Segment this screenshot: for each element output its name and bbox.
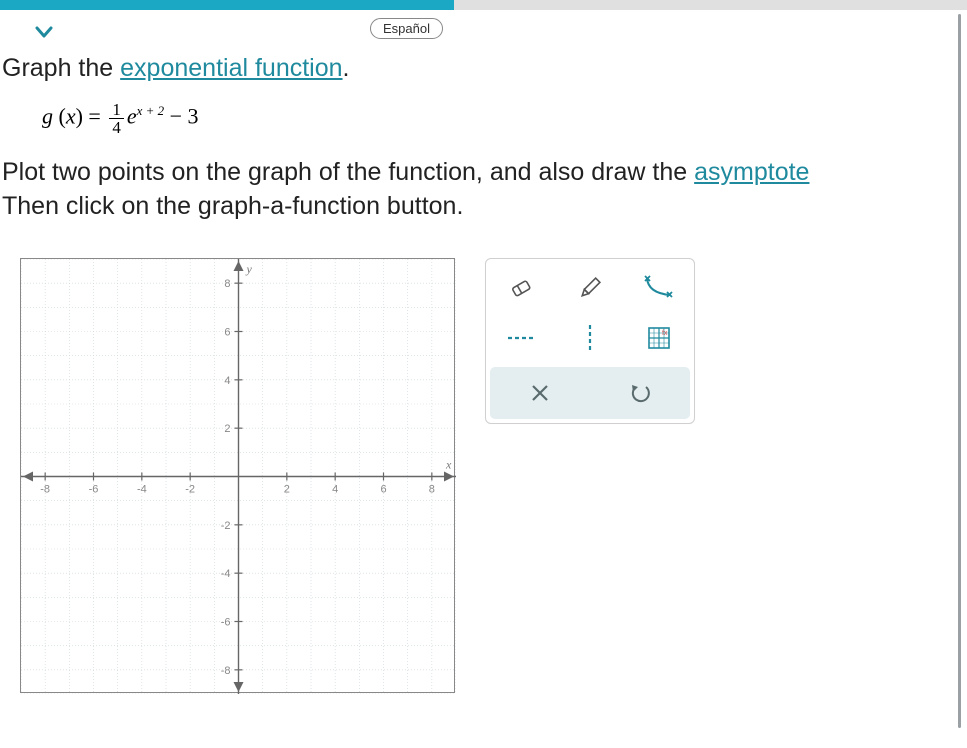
svg-text:4: 4 (332, 483, 338, 495)
close-icon (528, 381, 552, 405)
progress-fill (0, 0, 454, 10)
clear-button[interactable] (519, 372, 561, 414)
scrollbar[interactable] (958, 14, 961, 728)
graph-canvas[interactable]: -8-6-4-22468-8-6-4-22468xy (20, 258, 455, 693)
svg-text:-4: -4 (137, 483, 147, 495)
eraser-icon (506, 273, 536, 303)
svg-text:-2: -2 (185, 483, 195, 495)
title-prefix: Graph the (2, 54, 120, 82)
svg-text:-8: -8 (40, 483, 50, 495)
svg-text:fx: fx (662, 330, 668, 337)
undo-button[interactable] (619, 372, 661, 414)
instruction-line1a: Plot two points on the graph of the func… (2, 158, 694, 186)
undo-icon (627, 380, 653, 406)
expand-button[interactable] (28, 18, 60, 46)
svg-text:2: 2 (284, 483, 290, 495)
eraser-tool[interactable] (500, 267, 542, 309)
asymptote-link[interactable]: asymptote (694, 158, 809, 186)
svg-text:8: 8 (429, 483, 435, 495)
curve-tool[interactable] (638, 267, 680, 309)
svg-text:-6: -6 (221, 616, 231, 628)
instruction-line2: Then click on the graph-a-function butto… (2, 192, 463, 220)
svg-text:6: 6 (224, 326, 230, 338)
tool-panel: fx (485, 258, 695, 424)
vertical-asymptote-tool[interactable] (569, 317, 611, 359)
grid-icon: fx (644, 323, 674, 353)
graph-grid: -8-6-4-22468-8-6-4-22468xy (21, 259, 456, 694)
svg-text:2: 2 (224, 423, 230, 435)
svg-text:y: y (246, 262, 253, 276)
vline-icon (580, 321, 600, 355)
pencil-icon (575, 273, 605, 303)
language-button[interactable]: Español (370, 18, 443, 39)
equation-display: g (x) = 14ex + 2 − 3 (0, 91, 967, 150)
page-title: Graph the exponential function. (0, 50, 967, 91)
chevron-down-icon (33, 21, 55, 43)
svg-text:-2: -2 (221, 519, 231, 531)
svg-text:8: 8 (224, 278, 230, 290)
instructions-text: Plot two points on the graph of the func… (0, 150, 967, 228)
horizontal-asymptote-tool[interactable] (500, 317, 542, 359)
svg-text:-8: -8 (221, 664, 231, 676)
graph-function-tool[interactable]: fx (638, 317, 680, 359)
pencil-tool[interactable] (569, 267, 611, 309)
svg-text:-4: -4 (221, 568, 231, 580)
curve-icon (642, 271, 676, 305)
svg-text:6: 6 (380, 483, 386, 495)
svg-text:4: 4 (224, 374, 230, 386)
svg-text:-6: -6 (89, 483, 99, 495)
language-label: Español (383, 21, 430, 36)
progress-bar (0, 0, 967, 10)
svg-text:x: x (445, 457, 452, 471)
title-suffix: . (343, 54, 350, 82)
hline-icon (504, 328, 538, 348)
exponential-function-link[interactable]: exponential function (120, 54, 342, 82)
